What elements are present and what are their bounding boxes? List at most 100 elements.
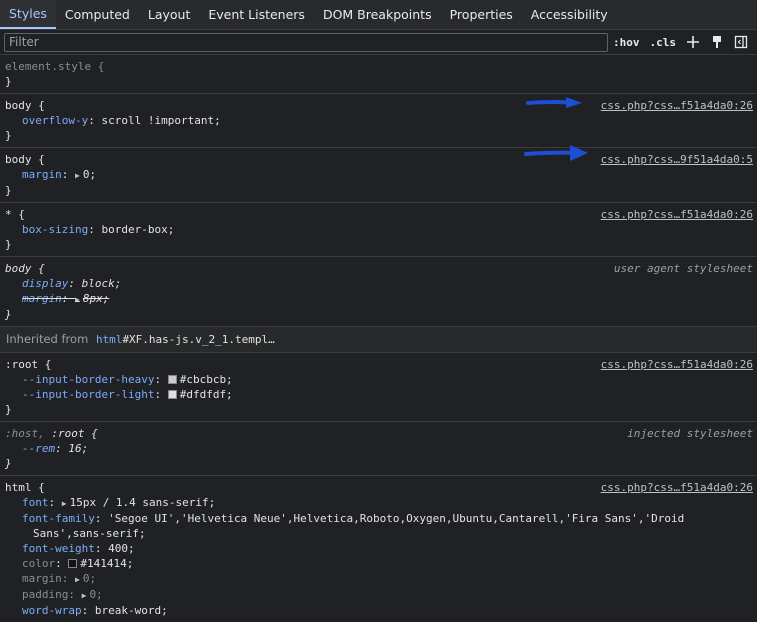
stylesheet-link[interactable]: css.php?css…f51a4da0:26 [601, 480, 753, 495]
declaration[interactable]: margin: ▶ 0; [5, 167, 753, 183]
property-value: 8px; [82, 292, 110, 305]
property-value: 16; [68, 442, 89, 455]
property-value[interactable]: 400; [108, 542, 135, 555]
rule-close: } [5, 238, 12, 251]
stylesheet-link[interactable]: css.php?css…f51a4da0:26 [601, 98, 753, 113]
property-name: --rem [22, 442, 56, 455]
property-value: block; [81, 277, 122, 290]
rule-html: html { css.php?css…f51a4da0:26 font: ▶ 15… [0, 476, 757, 622]
paint-brush-icon[interactable] [705, 32, 729, 52]
filter-input[interactable] [4, 32, 608, 52]
new-style-rule-icon[interactable] [681, 32, 705, 52]
declaration[interactable]: font: ▶ 15px / 1.4 sans-serif; [5, 495, 753, 511]
rule-close: } [5, 403, 12, 416]
stylesheet-origin: injected stylesheet [627, 427, 753, 440]
hov-button[interactable]: :hov [608, 36, 645, 49]
property-name: display [22, 277, 69, 290]
property-name[interactable]: --input-border-light [22, 388, 154, 401]
cls-button[interactable]: .cls [645, 36, 682, 49]
rule-body-margin: body { css.php?css…9f51a4da0:5 margin: ▶… [0, 145, 757, 203]
declaration[interactable]: color: #141414; [5, 556, 753, 571]
property-name[interactable]: margin [22, 168, 62, 181]
tab-styles[interactable]: Styles [0, 0, 56, 29]
declaration[interactable]: font-family: 'Segoe UI','Helvetica Neue'… [5, 511, 753, 526]
inactive-declaration[interactable]: padding: ▶ 0; [5, 587, 753, 603]
expand-arrow-icon[interactable]: ▶ [62, 499, 67, 508]
selector-part-root: :root { [51, 427, 98, 440]
devtools-tabbar: Styles Computed Layout Event Listeners D… [0, 0, 757, 30]
declaration[interactable]: --input-border-heavy: #cbcbcb; [5, 372, 753, 387]
property-value[interactable]: 15px / 1.4 sans-serif; [70, 496, 216, 509]
tab-dom-breakpoints[interactable]: DOM Breakpoints [314, 0, 441, 29]
property-value[interactable]: 'Segoe UI','Helvetica Neue',Helvetica,Ro… [108, 512, 684, 525]
property-value[interactable]: break-word; [95, 604, 168, 617]
rule-body-overflow: body { css.php?css…f51a4da0:26 overflow-… [0, 94, 757, 148]
color-swatch[interactable] [68, 559, 78, 568]
rule-selector[interactable]: :root { [5, 357, 51, 372]
stylesheet-link[interactable]: css.php?css…9f51a4da0:5 [601, 152, 753, 167]
inherited-from-header: Inherited from html#XF.has-js.v_2_1.temp… [0, 327, 757, 353]
declaration: display: block; [22, 277, 122, 290]
property-name[interactable]: overflow-y [22, 114, 88, 127]
rule-selector: body { [5, 262, 45, 275]
rule-close: } [5, 129, 12, 142]
declaration[interactable]: box-sizing: border-box; [5, 222, 753, 237]
inherited-label: Inherited from [6, 332, 89, 346]
tab-computed[interactable]: Computed [56, 0, 139, 29]
property-name[interactable]: font-family [22, 512, 95, 525]
property-value[interactable]: 0; [83, 572, 96, 585]
rule-selector[interactable]: element.style { [5, 59, 753, 74]
tab-accessibility[interactable]: Accessibility [522, 0, 617, 29]
declaration[interactable]: --input-border-light: #dfdfdf; [5, 387, 753, 402]
annotation-arrow [526, 97, 582, 108]
inherited-classes[interactable]: #XF.has-js.v_2_1.templ… [122, 333, 274, 346]
rule-selector[interactable]: body { [5, 152, 45, 167]
inactive-declaration[interactable]: margin: ▶ 0; [5, 571, 753, 587]
property-value[interactable]: 0; [83, 168, 96, 181]
property-name[interactable]: box-sizing [22, 223, 88, 236]
rule-element-style: element.style { } [0, 55, 757, 94]
expand-arrow-icon[interactable]: ▶ [82, 591, 87, 600]
inherited-tag[interactable]: html [96, 333, 123, 346]
declaration[interactable]: word-wrap: break-word; [5, 603, 753, 618]
property-name[interactable]: word-wrap [22, 604, 82, 617]
rule-selector: :host, :root { [5, 426, 98, 441]
color-swatch[interactable] [167, 375, 177, 384]
rule-close: } [5, 308, 12, 321]
property-value[interactable]: scroll !important; [101, 114, 220, 127]
rule-body-user-agent: body { user agent stylesheet display: bl… [0, 257, 757, 327]
rule-root: :root { css.php?css…f51a4da0:26 --input-… [0, 353, 757, 422]
rule-selector[interactable]: * { [5, 207, 25, 222]
filter-bar: :hov .cls [0, 30, 757, 55]
property-name[interactable]: padding [22, 588, 68, 601]
rule-host-root: :host, :root { injected stylesheet --rem… [0, 422, 757, 476]
color-swatch[interactable] [167, 390, 177, 399]
property-value[interactable]: border-box; [101, 223, 174, 236]
property-value-continued[interactable]: Sans',sans-serif; [5, 526, 753, 541]
property-value[interactable]: #dfdfdf; [180, 388, 233, 401]
property-value[interactable]: 0; [89, 588, 102, 601]
declaration[interactable]: overflow-y: scroll !important; [5, 113, 753, 128]
stylesheet-link[interactable]: css.php?css…f51a4da0:26 [601, 207, 753, 222]
expand-arrow-icon[interactable]: ▶ [75, 295, 80, 304]
property-value[interactable]: #141414; [80, 557, 133, 570]
tab-properties[interactable]: Properties [441, 0, 522, 29]
property-name[interactable]: --input-border-heavy [22, 373, 154, 386]
property-value[interactable]: #cbcbcb; [180, 373, 233, 386]
rule-universal: * { css.php?css…f51a4da0:26 box-sizing: … [0, 203, 757, 257]
toggle-sidebar-icon[interactable] [729, 32, 753, 52]
tab-layout[interactable]: Layout [139, 0, 200, 29]
property-name[interactable]: margin [22, 572, 62, 585]
inherited-element-link[interactable]: html#XF.has-js.v_2_1.templ… [96, 333, 275, 346]
property-name[interactable]: font-weight [22, 542, 95, 555]
declaration[interactable]: font-weight: 400; [5, 541, 753, 556]
overridden-declaration: margin: ▶ 8px; [22, 292, 110, 305]
rule-close: } [5, 184, 12, 197]
property-name[interactable]: color [22, 557, 55, 570]
rule-selector[interactable]: html { [5, 480, 45, 495]
tab-event-listeners[interactable]: Event Listeners [199, 0, 314, 29]
stylesheet-link[interactable]: css.php?css…f51a4da0:26 [601, 357, 753, 372]
property-name[interactable]: font [22, 496, 49, 509]
rule-selector[interactable]: body { [5, 98, 45, 113]
expand-arrow-icon[interactable]: ▶ [75, 171, 80, 180]
